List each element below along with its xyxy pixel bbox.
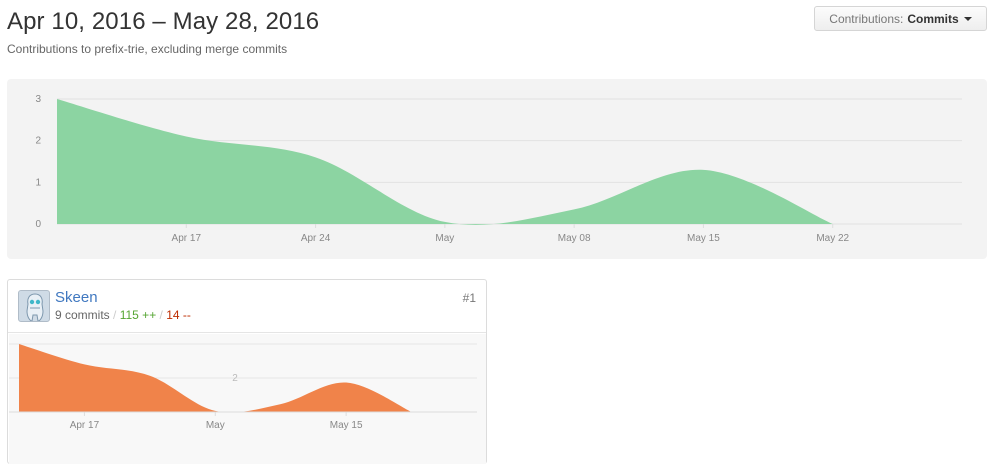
main-contribution-graph: 0 1 2 3 Apr 17 Apr 24 May May 08 May 15 May 22 <box>7 79 987 259</box>
additions-count: 115 ++ <box>119 308 157 322</box>
x-tick-label: May <box>206 420 225 431</box>
series-area <box>57 99 833 225</box>
main-graph-svg: 0 1 2 3 Apr 17 Apr 24 May May 08 May 15 May 22 <box>35 94 962 244</box>
contributor-graph-svg: 2 Apr 17 May May 15 <box>9 343 477 431</box>
contributions-label: Contributions: <box>829 11 904 26</box>
y-tick-label: 2 <box>232 373 238 384</box>
contributor-rank: #1 <box>462 291 476 305</box>
contributor-graph: 2 Apr 17 May May 15 <box>9 334 486 464</box>
commit-count[interactable]: 9 commits <box>55 308 110 322</box>
robot-avatar-icon <box>19 291 49 321</box>
stats-separator: / <box>113 308 117 322</box>
deletions-count: 14 -- <box>166 308 191 322</box>
x-tick-label: May <box>435 233 454 244</box>
page-title: Apr 10, 2016 – May 28, 2016 <box>7 8 320 35</box>
contributor-card-header: Skeen 9 commits / 115 ++ / 14 -- #1 <box>8 280 486 333</box>
contributions-value: Commits <box>907 11 959 26</box>
page-subtitle: Contributions to prefix-trie, excluding … <box>7 42 288 56</box>
contributions-type-dropdown[interactable]: Contributions: Commits <box>814 6 987 31</box>
x-tick-label: Apr 17 <box>70 420 100 431</box>
contributor-stats: 9 commits / 115 ++ / 14 -- <box>55 308 191 322</box>
y-tick-label: 3 <box>35 94 41 105</box>
avatar[interactable] <box>18 290 50 322</box>
y-tick-label: 0 <box>35 219 41 230</box>
x-tick-label: May 15 <box>330 420 363 431</box>
stats-separator: / <box>159 308 163 322</box>
y-tick-label: 1 <box>35 177 41 188</box>
contributor-card: Skeen 9 commits / 115 ++ / 14 -- #1 2 Apr… <box>7 279 487 464</box>
contributor-name-link[interactable]: Skeen <box>55 289 98 306</box>
x-tick-label: May 15 <box>687 233 720 244</box>
y-tick-label: 2 <box>35 136 41 147</box>
x-tick-label: Apr 24 <box>301 233 331 244</box>
caret-down-icon <box>963 16 972 21</box>
x-tick-label: May 08 <box>558 233 591 244</box>
x-tick-label: May 22 <box>816 233 849 244</box>
x-tick-label: Apr 17 <box>172 233 202 244</box>
